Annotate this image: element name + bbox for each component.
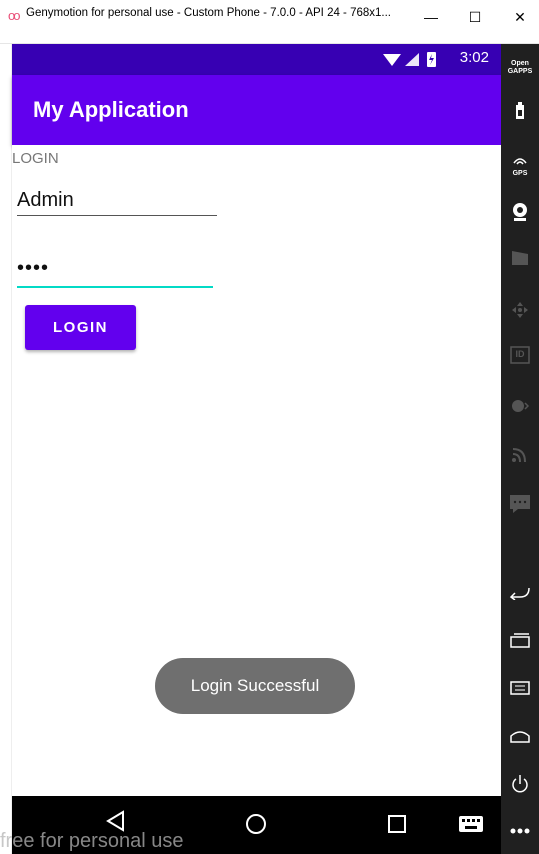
window-titlebar: oo Genymotion for personal use - Custom … bbox=[0, 0, 539, 44]
gps-icon[interactable]: GPS bbox=[501, 154, 539, 177]
app-bar: My Application bbox=[12, 75, 501, 145]
open-gapps-label: Open GAPPS bbox=[507, 60, 533, 75]
login-heading: LOGIN bbox=[12, 150, 59, 167]
status-icons bbox=[383, 50, 443, 73]
id-icon[interactable]: ID bbox=[501, 346, 539, 367]
login-button[interactable]: LOGIN bbox=[25, 305, 136, 350]
menu-icon[interactable] bbox=[501, 680, 539, 699]
clapper-icon[interactable] bbox=[501, 250, 539, 269]
genymotion-sidebar: Open GAPPS GPS ID bbox=[501, 44, 539, 854]
move-icon[interactable] bbox=[501, 301, 539, 322]
cast-icon[interactable] bbox=[501, 447, 539, 466]
username-field[interactable]: Admin bbox=[17, 185, 217, 216]
close-button[interactable]: ✕ bbox=[505, 2, 535, 32]
password-field[interactable]: •••• bbox=[17, 255, 213, 288]
back-icon[interactable] bbox=[501, 584, 539, 603]
toast-message: Login Successful bbox=[155, 658, 355, 714]
emulator-left-edge bbox=[0, 44, 12, 854]
app-title: My Application bbox=[33, 97, 189, 122]
status-time: 3:02 bbox=[459, 49, 489, 66]
nav-recents-icon[interactable] bbox=[387, 814, 407, 839]
watermark-text: free for personal use bbox=[0, 830, 184, 852]
window-title: Genymotion for personal use - Custom Pho… bbox=[26, 7, 391, 19]
camera-icon[interactable] bbox=[501, 202, 539, 225]
media-icon[interactable] bbox=[501, 399, 539, 416]
recents-icon[interactable] bbox=[501, 632, 539, 651]
home-icon[interactable] bbox=[501, 728, 539, 747]
chat-icon[interactable] bbox=[501, 494, 539, 517]
keyboard-icon[interactable] bbox=[459, 816, 483, 837]
main-content: LOGIN Admin •••• LOGIN Login Successful bbox=[12, 145, 501, 796]
maximize-button[interactable]: ☐ bbox=[460, 2, 490, 32]
minimize-button[interactable]: — bbox=[416, 2, 446, 32]
genymotion-logo-icon: oo bbox=[8, 8, 21, 23]
android-status-bar: 3:02 bbox=[12, 44, 501, 75]
power-icon[interactable] bbox=[501, 774, 539, 797]
battery-icon[interactable] bbox=[501, 102, 539, 123]
nav-home-icon[interactable] bbox=[245, 813, 267, 840]
more-icon[interactable] bbox=[501, 822, 539, 838]
gps-label: GPS bbox=[512, 170, 528, 177]
open-gapps-icon[interactable]: Open GAPPS bbox=[501, 60, 539, 76]
id-label: ID bbox=[515, 349, 525, 359]
wifi-signal-battery-icon bbox=[383, 52, 436, 67]
